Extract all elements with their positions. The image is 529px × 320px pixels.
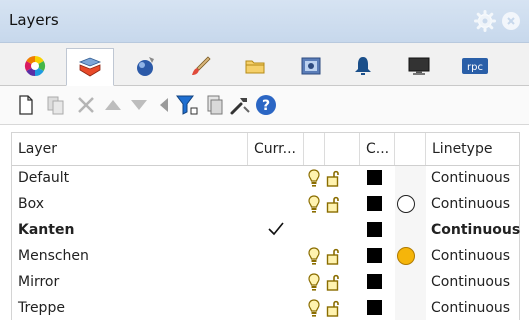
- table-header: Layer Curr... C... Linetype: [12, 133, 519, 166]
- layer-linetype[interactable]: Continuous: [431, 243, 510, 269]
- monitor-icon: [408, 57, 430, 75]
- tab-bell[interactable]: [340, 49, 386, 82]
- table-row[interactable]: Default Continuous: [12, 165, 519, 191]
- layer-linetype[interactable]: Continuous: [431, 295, 510, 320]
- title-bar: Layers: [0, 0, 529, 43]
- layer-stack-icon: [78, 57, 102, 77]
- table-row[interactable]: Treppe Continuous: [12, 295, 519, 320]
- layer-color-swatch[interactable]: [367, 300, 382, 315]
- unlocked-padlock-icon[interactable]: [326, 194, 342, 214]
- lightbulb-icon[interactable]: [307, 168, 321, 188]
- copy-icon: [207, 95, 223, 115]
- tab-rpc[interactable]: rpc: [452, 49, 498, 82]
- header-color[interactable]: C...: [360, 133, 395, 165]
- unlocked-padlock-icon[interactable]: [326, 272, 342, 292]
- paintbrush-icon: [192, 55, 211, 75]
- table-row[interactable]: Box Continuous: [12, 191, 519, 217]
- close-icon[interactable]: [502, 12, 520, 30]
- layer-name[interactable]: Menschen: [18, 243, 89, 269]
- layer-name[interactable]: Default: [18, 165, 69, 191]
- tab-color-wheel[interactable]: [12, 49, 58, 82]
- tools-button[interactable]: [228, 93, 252, 117]
- layer-color-swatch[interactable]: [367, 222, 382, 237]
- layer-linetype[interactable]: Continuous: [431, 217, 520, 243]
- lightbulb-icon[interactable]: [307, 194, 321, 214]
- rpc-icon: rpc: [462, 57, 488, 74]
- layer-linetype[interactable]: Continuous: [431, 269, 510, 295]
- tab-monitor[interactable]: [396, 49, 442, 82]
- lightbulb-icon[interactable]: [307, 246, 321, 266]
- layer-linetype[interactable]: Continuous: [431, 165, 510, 191]
- tab-render-sphere[interactable]: [122, 49, 168, 82]
- layer-color-swatch[interactable]: [367, 170, 382, 185]
- layer-name[interactable]: Box: [18, 191, 44, 217]
- unlocked-padlock-icon[interactable]: [326, 298, 342, 318]
- move-up-icon: [105, 100, 121, 110]
- new-sublayer-icon: [47, 96, 64, 115]
- material-circle-icon[interactable]: [397, 195, 415, 213]
- copy-button[interactable]: [202, 93, 226, 117]
- table-row[interactable]: Kanten Continuous: [12, 217, 520, 243]
- tools-icon: [230, 98, 250, 115]
- move-left-button[interactable]: [152, 93, 176, 117]
- new-sublayer-button[interactable]: [44, 93, 68, 117]
- move-down-icon: [131, 100, 147, 110]
- layer-color-swatch[interactable]: [367, 248, 382, 263]
- tab-layers[interactable]: [66, 48, 114, 86]
- help-button[interactable]: ?: [254, 93, 278, 117]
- svg-text:?: ?: [262, 98, 270, 114]
- header-material[interactable]: [395, 133, 426, 165]
- tab-display[interactable]: [288, 49, 334, 82]
- move-up-button[interactable]: [101, 93, 125, 117]
- material-circle-icon[interactable]: [397, 247, 415, 265]
- folder-icon: [245, 60, 265, 73]
- layer-table: Layer Curr... C... Linetype Default Conti…: [11, 132, 520, 320]
- table-row[interactable]: Mirror Continuous: [12, 269, 519, 295]
- layer-toolbar: ?: [0, 86, 529, 125]
- header-visible[interactable]: [304, 133, 325, 165]
- layer-linetype[interactable]: Continuous: [431, 191, 510, 217]
- bell-icon: [355, 56, 371, 75]
- new-layer-button[interactable]: [14, 93, 38, 117]
- filter-icon: [176, 95, 198, 115]
- gear-icon[interactable]: [474, 10, 496, 32]
- current-checkmark-icon[interactable]: [267, 220, 285, 238]
- layer-color-swatch[interactable]: [367, 196, 382, 211]
- header-current[interactable]: Curr...: [248, 133, 304, 165]
- unlocked-padlock-icon[interactable]: [326, 168, 342, 188]
- layer-name[interactable]: Kanten: [18, 217, 74, 243]
- svg-text:rpc: rpc: [467, 62, 483, 73]
- layer-color-swatch[interactable]: [367, 274, 382, 289]
- header-linetype[interactable]: Linetype: [426, 133, 519, 165]
- tab-paintbrush[interactable]: [178, 49, 224, 82]
- lightbulb-icon[interactable]: [307, 272, 321, 292]
- filter-button[interactable]: [175, 93, 199, 117]
- move-down-button[interactable]: [127, 93, 151, 117]
- color-wheel-icon: [24, 55, 46, 76]
- table-row[interactable]: Menschen Continuous: [12, 243, 519, 269]
- delete-icon: [78, 97, 94, 113]
- layers-panel: Layers rpc ? Layer Curr... C... Linetype…: [0, 0, 529, 320]
- render-sphere-icon: [137, 56, 154, 76]
- header-locked[interactable]: [325, 133, 360, 165]
- help-icon: ?: [256, 95, 276, 115]
- layer-name[interactable]: Mirror: [18, 269, 59, 295]
- header-layer[interactable]: Layer: [12, 133, 248, 165]
- tab-folder[interactable]: [232, 49, 278, 82]
- panel-title: Layers: [9, 11, 59, 29]
- unlocked-padlock-icon[interactable]: [326, 246, 342, 266]
- layer-name[interactable]: Treppe: [18, 295, 65, 320]
- new-layer-icon: [19, 95, 33, 115]
- panel-tabs: rpc: [0, 43, 529, 86]
- lightbulb-icon[interactable]: [307, 298, 321, 318]
- display-icon: [301, 57, 321, 74]
- delete-button[interactable]: [74, 93, 98, 117]
- move-left-icon: [160, 98, 168, 112]
